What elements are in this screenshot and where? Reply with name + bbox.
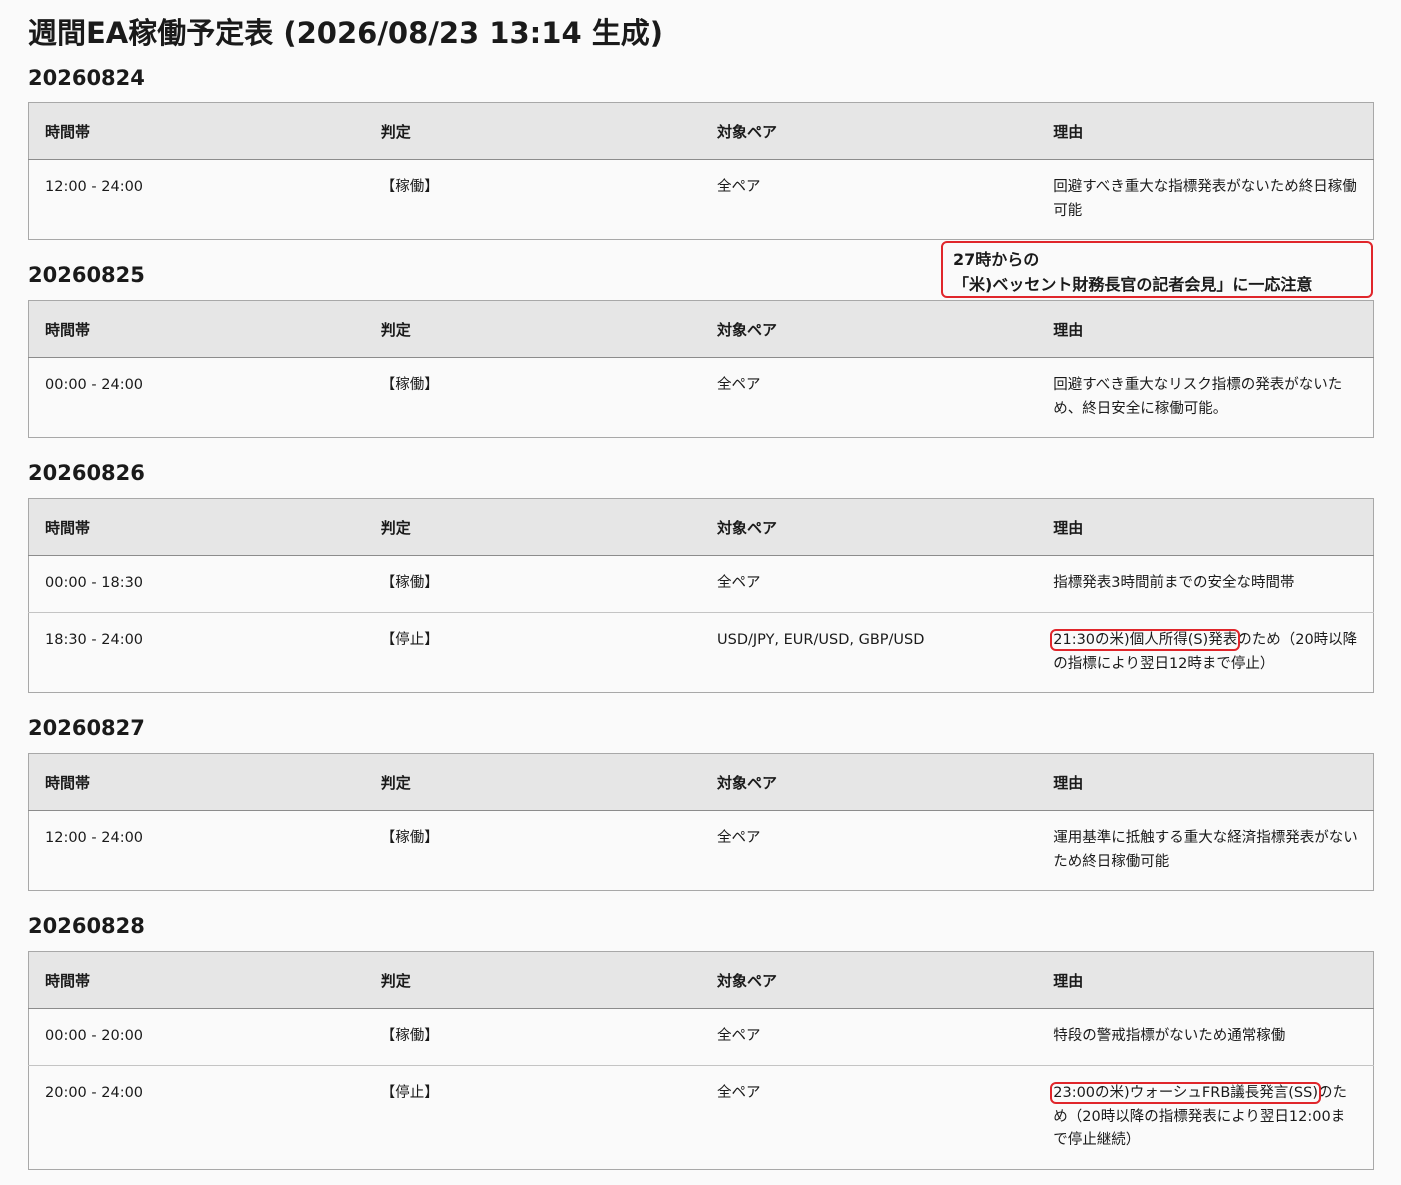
cell-time: 00:00 - 24:00	[45, 377, 144, 393]
table-row: 12:00 - 24:00 【稼働】 全ペア 回避すべき重大な指標発表がないため…	[29, 160, 1374, 240]
header-reason: 理由	[1037, 951, 1374, 1009]
schedule-table: 時間帯 判定 対象ペア 理由 12:00 - 24:00 【稼働】 全ペア 運用…	[28, 753, 1374, 891]
header-reason: 理由	[1037, 300, 1374, 358]
table-header-row: 時間帯 判定 対象ペア 理由	[28, 753, 1374, 811]
cell-pairs: 全ペア	[717, 830, 761, 846]
cell-status: 【稼働】	[380, 377, 439, 393]
reason-text: 特段の警戒指標がないため通常稼働	[1053, 1028, 1286, 1044]
schedule-table: 時間帯 判定 対象ペア 理由 12:00 - 24:00 【稼働】 全ペア 回避…	[28, 102, 1374, 240]
header-time: 時間帯	[28, 300, 365, 358]
reason-text: 指標発表3時間前までの安全な時間帯	[1053, 575, 1295, 591]
header-status: 判定	[364, 753, 701, 811]
cell-time: 00:00 - 18:30	[28, 555, 365, 613]
header-status: 判定	[364, 102, 701, 160]
schedule-page: 週間EA稼働予定表 (2026/08/23 13:14 生成) 20260824…	[28, 0, 1374, 1170]
day-heading: 20260824	[28, 66, 145, 90]
cell-pairs: 全ペア	[717, 1085, 761, 1101]
table-header-row: 時間帯 判定 対象ペア 理由	[28, 498, 1374, 556]
day-heading: 20260826	[28, 461, 145, 485]
reason-text: 回避すべき重大なリスク指標の発表がないため、終日安全に稼働可能。	[1053, 377, 1343, 417]
header-reason: 理由	[1037, 498, 1374, 556]
header-status: 判定	[364, 951, 701, 1009]
header-pairs: 対象ペア	[701, 498, 1038, 556]
cell-status: 【稼働】	[380, 179, 439, 195]
header-reason: 理由	[1037, 753, 1374, 811]
cell-status: 【稼働】	[380, 830, 439, 846]
cell-time: 12:00 - 24:00	[45, 179, 144, 195]
header-pairs: 対象ペア	[701, 102, 1038, 160]
cell-status: 【稼働】	[364, 555, 701, 613]
header-time: 時間帯	[28, 498, 365, 556]
schedule-table: 時間帯 判定 対象ペア 理由 00:00 - 18:30 【稼働】 全ペア 指標…	[28, 498, 1374, 693]
cell-status: 【停止】	[380, 1085, 439, 1101]
cell-pairs: 全ペア	[701, 555, 1038, 613]
header-reason: 理由	[1037, 102, 1374, 160]
cell-reason: 回避すべき重大なリスク指標の発表がないため、終日安全に稼働可能。	[1037, 358, 1373, 438]
cell-pairs: USD/JPY, EUR/USD, GBP/USD	[717, 632, 925, 648]
header-time: 時間帯	[28, 753, 365, 811]
reason-text: 運用基準に抵触する重大な経済指標発表がないため終日稼働可能	[1053, 830, 1358, 870]
cell-pairs: 全ペア	[717, 377, 761, 393]
day-heading: 20260827	[28, 716, 145, 740]
cell-reason: 21:30の米)個人所得(S)発表のため（20時以降の指標により翌日12時まで停…	[1037, 613, 1373, 693]
table-row: 00:00 - 24:00 【稼働】 全ペア 回避すべき重大なリスク指標の発表が…	[29, 358, 1374, 438]
cell-reason: 回避すべき重大な指標発表がないため終日稼働可能	[1037, 160, 1373, 240]
header-time: 時間帯	[28, 951, 365, 1009]
callout-line-1: 27時からの	[953, 250, 1040, 269]
cell-status: 【稼働】	[364, 1008, 701, 1066]
table-header-row: 時間帯 判定 対象ペア 理由	[28, 102, 1374, 160]
cell-reason: 指標発表3時間前までの安全な時間帯	[1037, 555, 1374, 613]
header-time: 時間帯	[28, 102, 365, 160]
reason-text: 回避すべき重大な指標発表がないため終日稼働可能	[1053, 179, 1357, 219]
cell-status: 【停止】	[380, 632, 439, 648]
annotation-callout: 27時からの 「米)ベッセント財務長官の記者会見」に一応注意	[941, 241, 1373, 298]
page-title: 週間EA稼働予定表 (2026/08/23 13:14 生成)	[28, 16, 663, 50]
highlighted-event: 21:30の米)個人所得(S)発表	[1050, 629, 1241, 651]
highlighted-event: 23:00の米)ウォーシュFRB議長発言(SS)	[1050, 1082, 1321, 1104]
cell-reason: 23:00の米)ウォーシュFRB議長発言(SS)のため（20時以降の指標発表によ…	[1037, 1066, 1373, 1170]
cell-time: 20:00 - 24:00	[45, 1085, 144, 1101]
cell-time: 18:30 - 24:00	[45, 632, 144, 648]
schedule-table: 時間帯 判定 対象ペア 理由 00:00 - 24:00 【稼働】 全ペア 回避…	[28, 300, 1374, 438]
day-heading: 20260828	[28, 914, 145, 938]
table-row: 18:30 - 24:00 【停止】 USD/JPY, EUR/USD, GBP…	[29, 613, 1374, 693]
header-status: 判定	[364, 498, 701, 556]
cell-time: 12:00 - 24:00	[45, 830, 144, 846]
table-row: 12:00 - 24:00 【稼働】 全ペア 運用基準に抵触する重大な経済指標発…	[29, 811, 1374, 891]
header-pairs: 対象ペア	[701, 753, 1038, 811]
table-header-row: 時間帯 判定 対象ペア 理由	[28, 951, 1374, 1009]
cell-pairs: 全ペア	[701, 1008, 1038, 1066]
header-pairs: 対象ペア	[701, 300, 1038, 358]
table-row: 20:00 - 24:00 【停止】 全ペア 23:00の米)ウォーシュFRB議…	[29, 1066, 1374, 1170]
table-row: 00:00 - 20:00 【稼働】 全ペア 特段の警戒指標がないため通常稼働	[28, 1008, 1374, 1066]
header-pairs: 対象ペア	[701, 951, 1038, 1009]
table-row: 00:00 - 18:30 【稼働】 全ペア 指標発表3時間前までの安全な時間帯	[28, 555, 1374, 613]
table-header-row: 時間帯 判定 対象ペア 理由	[28, 300, 1374, 358]
schedule-table: 時間帯 判定 対象ペア 理由 00:00 - 20:00 【稼働】 全ペア 特段…	[28, 951, 1374, 1170]
header-status: 判定	[364, 300, 701, 358]
callout-line-2: 「米)ベッセント財務長官の記者会見」に一応注意	[953, 275, 1313, 294]
cell-reason: 運用基準に抵触する重大な経済指標発表がないため終日稼働可能	[1037, 811, 1373, 891]
cell-pairs: 全ペア	[717, 179, 761, 195]
cell-time: 00:00 - 20:00	[28, 1008, 365, 1066]
cell-reason: 特段の警戒指標がないため通常稼働	[1037, 1008, 1374, 1066]
